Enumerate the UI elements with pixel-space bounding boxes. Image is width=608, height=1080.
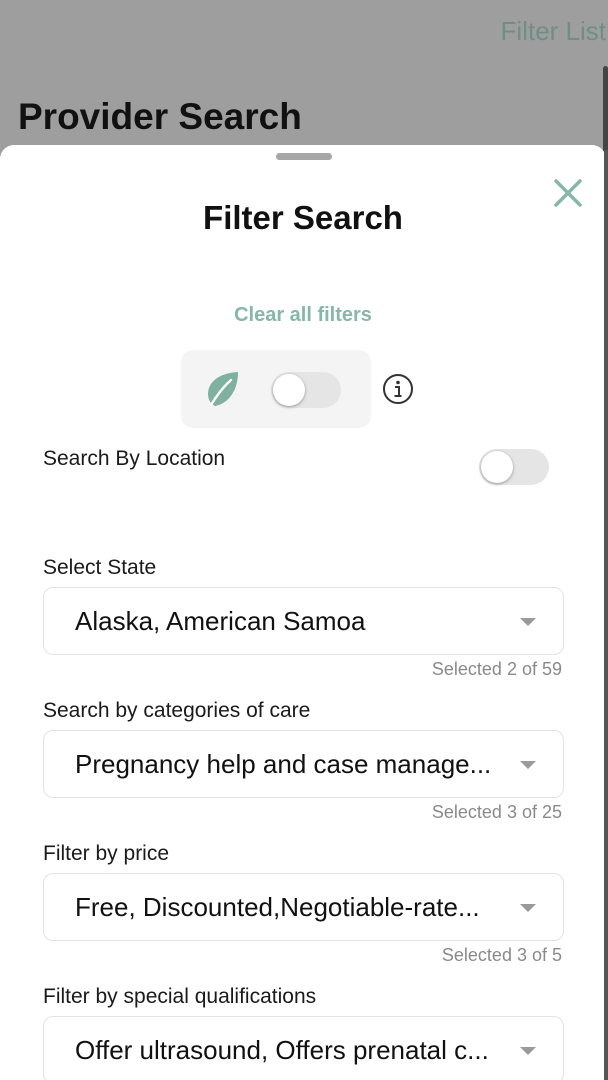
sheet-title: Filter Search — [203, 199, 403, 236]
chevron-down-icon — [520, 1047, 536, 1055]
clear-all-filters-link[interactable]: Clear all filters — [0, 304, 606, 327]
special-qualifications-label: Filter by special qualifications — [43, 985, 317, 1008]
state-select[interactable]: Alaska, American Samoa — [43, 587, 564, 655]
filter-bottom-sheet: Filter Search Clear all filters Search B… — [0, 145, 606, 1080]
toggle-knob — [481, 451, 513, 483]
state-selected-count: Selected 2 of 59 — [431, 659, 562, 679]
categories-selected-count: Selected 3 of 25 — [431, 802, 562, 822]
page-title: Provider Search — [18, 96, 302, 137]
scrollbar — [603, 66, 608, 156]
categories-of-care-label: Search by categories of care — [43, 699, 311, 722]
price-filter-label: Filter by price — [43, 842, 170, 865]
sheet-drag-handle[interactable] — [276, 153, 332, 160]
chevron-down-icon — [520, 904, 536, 912]
search-by-location-label: Search By Location — [43, 447, 226, 470]
chevron-down-icon — [520, 761, 536, 769]
chevron-down-icon — [520, 618, 536, 626]
filter-list-link[interactable]: Filter List — [501, 16, 606, 47]
price-selected-count: Selected 3 of 5 — [441, 945, 562, 965]
price-select[interactable]: Free, Discounted,Negotiable-rate... — [43, 873, 564, 941]
special-qualifications-select[interactable]: Offer ultrasound, Offers prenatal c... — [43, 1016, 564, 1080]
toggle-knob — [273, 374, 305, 406]
state-select-value: Alaska, American Samoa — [75, 606, 366, 636]
scrollbar[interactable] — [604, 150, 608, 1080]
categories-of-care-select[interactable]: Pregnancy help and case manage... — [43, 730, 564, 798]
select-state-label: Select State — [43, 556, 157, 579]
info-icon[interactable] — [382, 373, 414, 405]
leaf-icon — [208, 372, 238, 407]
price-select-value: Free, Discounted,Negotiable-rate... — [75, 892, 480, 922]
qualifications-select-value: Offer ultrasound, Offers prenatal c... — [75, 1035, 489, 1065]
search-by-location-toggle[interactable] — [479, 449, 549, 485]
categories-select-value: Pregnancy help and case manage... — [75, 749, 492, 779]
eco-toggle[interactable] — [271, 372, 341, 408]
